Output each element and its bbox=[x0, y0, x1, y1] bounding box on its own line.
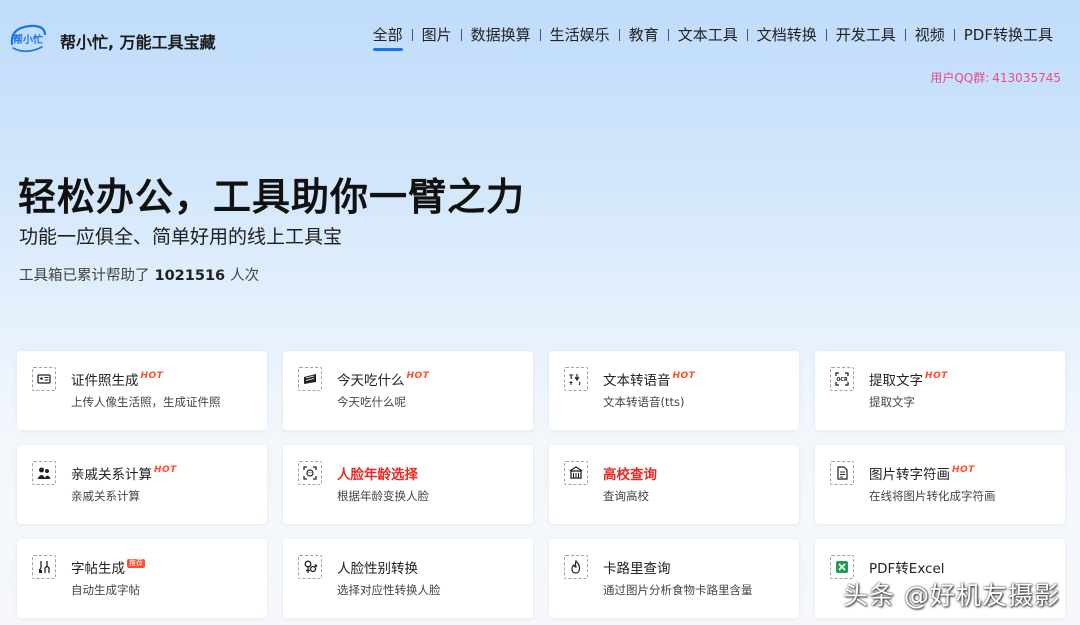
logo-icon[interactable]: 帮小忙 bbox=[8, 22, 48, 56]
tool-card-description: 亲戚关系计算 bbox=[71, 489, 140, 503]
recommend-badge: 推荐 bbox=[127, 559, 145, 568]
stats-prefix: 工具箱已累计帮助了 bbox=[19, 268, 150, 284]
nav-item-8[interactable]: 视频 bbox=[906, 24, 954, 46]
stats-count: 1021516 bbox=[154, 268, 226, 284]
tool-card[interactable]: T 文本转语音 HOT 文本转语音(tts) bbox=[549, 351, 799, 430]
hot-badge: HOT bbox=[672, 371, 696, 381]
tool-card-description: 根据年龄变换人脸 bbox=[337, 489, 429, 503]
tool-card-title-text: 提取文字 bbox=[869, 373, 923, 389]
tool-card-description: 文本转语音(tts) bbox=[603, 395, 685, 409]
tool-card-title-text: 卡路里查询 bbox=[603, 561, 671, 577]
id-card-icon bbox=[32, 367, 56, 391]
qq-label: 用户QQ群: bbox=[930, 71, 990, 85]
logo-text: 帮小忙 bbox=[13, 33, 43, 46]
tool-card-title: PDF转Excel bbox=[869, 557, 945, 577]
tool-card[interactable]: 卡路里查询通过图片分析食物卡路里含量 bbox=[549, 539, 799, 618]
tool-card-description: 上传人像生活照，生成证件照 bbox=[71, 395, 221, 409]
tool-card-title: 人脸年龄选择 bbox=[337, 463, 418, 483]
tool-card-title-text: 人脸年龄选择 bbox=[337, 467, 418, 483]
svg-text:OCR: OCR bbox=[836, 377, 848, 383]
tool-card-description: 通过图片分析食物卡路里含量 bbox=[603, 583, 753, 597]
nav-item-2[interactable]: 数据换算 bbox=[462, 24, 540, 46]
tool-card-title: 卡路里查询 bbox=[603, 557, 671, 577]
school-icon bbox=[564, 461, 588, 485]
brand-name[interactable]: 帮小忙, 万能工具宝藏 bbox=[60, 29, 216, 53]
tool-card-title-text: 今天吃什么 bbox=[337, 373, 405, 389]
tool-card-description: 今天吃什么呢 bbox=[337, 395, 406, 409]
hero-title: 轻松办公，工具助你一臂之力 bbox=[18, 175, 526, 219]
tool-card-title: 证件照生成 HOT bbox=[71, 369, 163, 389]
ocr-icon: OCR bbox=[830, 367, 854, 391]
tool-card-title-text: PDF转Excel bbox=[869, 561, 945, 577]
people-icon bbox=[32, 461, 56, 485]
tool-card-description: 查询高校 bbox=[603, 489, 649, 503]
food-icon bbox=[298, 367, 322, 391]
header: 帮小忙 帮小忙, 万能工具宝藏 全部 图片 数据换算 生活娱乐 教育 文本工具 文档转换 开发… bbox=[0, 0, 1080, 85]
hot-badge: HOT bbox=[154, 465, 177, 475]
face-icon bbox=[298, 461, 322, 485]
tool-card-title-text: 高校查询 bbox=[603, 467, 657, 483]
tool-card-title-text: 亲戚关系计算 bbox=[71, 467, 152, 483]
nav-item-4[interactable]: 教育 bbox=[620, 24, 668, 46]
tool-card[interactable]: 字帖生成 推荐自动生成字帖 bbox=[17, 539, 267, 618]
tool-card-title: 图片转字符画 HOT bbox=[869, 463, 975, 483]
tool-card-title: 今天吃什么 HOT bbox=[337, 369, 429, 389]
brush-icon bbox=[32, 555, 56, 579]
stats-suffix: 人次 bbox=[230, 268, 260, 284]
tool-card-title: 文本转语音 HOT bbox=[603, 369, 695, 389]
hero-subtitle: 功能一应俱全、简单好用的线上工具宝 bbox=[19, 226, 343, 248]
tool-card-title: 提取文字 HOT bbox=[869, 369, 948, 389]
tool-card[interactable]: 高校查询 查询高校 bbox=[549, 445, 799, 524]
qq-number: 413035745 bbox=[992, 71, 1061, 85]
nav-item-9[interactable]: PDF转换工具 bbox=[955, 24, 1062, 46]
tool-card[interactable]: 今天吃什么 HOT 今天吃什么呢 bbox=[283, 351, 533, 430]
hot-badge: HOT bbox=[925, 371, 948, 381]
main-nav: 全部 图片 数据换算 生活娱乐 教育 文本工具 文档转换 开发工具 视频 PDF转换工具 bbox=[364, 24, 1062, 51]
nav-item-3[interactable]: 生活娱乐 bbox=[541, 24, 619, 46]
tool-card[interactable]: 人脸性别转换选择对应性转换人脸 bbox=[283, 539, 533, 618]
nav-item-1[interactable]: 图片 bbox=[413, 24, 461, 46]
tool-card[interactable]: 图片转字符画 HOT 在线将图片转化成字符画 bbox=[815, 445, 1065, 524]
tool-card-title: 亲戚关系计算 HOT bbox=[71, 463, 177, 483]
calorie-icon bbox=[564, 555, 588, 579]
tool-card-title-text: 证件照生成 bbox=[71, 373, 139, 389]
tool-card-title-text: 图片转字符画 bbox=[869, 467, 950, 483]
nav-item-5[interactable]: 文本工具 bbox=[669, 24, 747, 46]
watermark: 头条 @好机友摄影 bbox=[843, 581, 1060, 610]
tool-card[interactable]: OCR 提取文字 HOT 提取文字 bbox=[815, 351, 1065, 430]
nav-item-7[interactable]: 开发工具 bbox=[827, 24, 905, 46]
nav-item-0[interactable]: 全部 bbox=[364, 24, 412, 51]
tool-card-title-text: 字帖生成 bbox=[71, 561, 125, 577]
hot-badge: HOT bbox=[140, 371, 164, 381]
qq-group-info: 用户QQ群: 413035745 bbox=[930, 69, 1061, 86]
tool-card-title: 高校查询 bbox=[603, 463, 657, 483]
tool-card[interactable]: 亲戚关系计算 HOT 亲戚关系计算 bbox=[17, 445, 267, 524]
tool-card[interactable]: 人脸年龄选择 根据年龄变换人脸 bbox=[283, 445, 533, 524]
usage-stats: 工具箱已累计帮助了 1021516 人次 bbox=[19, 264, 259, 285]
tool-card-title: 人脸性别转换 bbox=[337, 557, 418, 577]
hot-badge: HOT bbox=[406, 371, 430, 381]
tool-card[interactable]: 证件照生成 HOT 上传人像生活照，生成证件照 bbox=[17, 351, 267, 430]
tool-card-description: 提取文字 bbox=[869, 395, 915, 409]
tool-card-description: 选择对应性转换人脸 bbox=[337, 583, 441, 597]
image-to-text-icon bbox=[830, 461, 854, 485]
svg-text:T: T bbox=[569, 373, 574, 381]
tool-card-title-text: 文本转语音 bbox=[603, 373, 671, 389]
tool-card-title-text: 人脸性别转换 bbox=[337, 561, 418, 577]
tool-card-description: 自动生成字帖 bbox=[71, 583, 140, 597]
gender-icon bbox=[298, 555, 322, 579]
tool-card-description: 在线将图片转化成字符画 bbox=[869, 489, 996, 503]
text-to-speech-icon: T bbox=[564, 367, 588, 391]
hot-badge: HOT bbox=[952, 465, 975, 475]
nav-item-6[interactable]: 文档转换 bbox=[748, 24, 826, 46]
tool-card-title: 字帖生成 推荐 bbox=[71, 557, 145, 577]
